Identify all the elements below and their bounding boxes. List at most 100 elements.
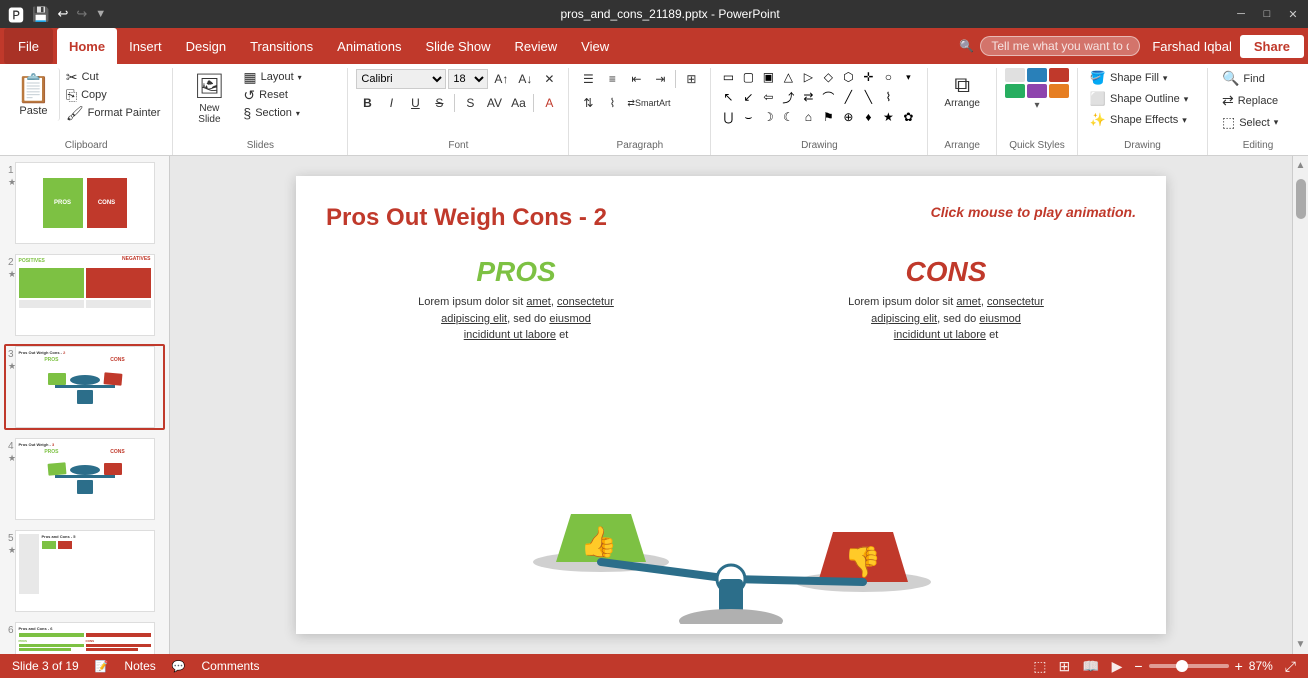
shape-b8[interactable]: ♦	[859, 108, 877, 126]
search-input[interactable]	[980, 36, 1140, 56]
scroll-up-arrow[interactable]: ▲	[1292, 156, 1308, 175]
shape-rect[interactable]: ▭	[719, 68, 737, 86]
shape-arrow4[interactable]: ⤴	[779, 88, 797, 106]
qs-item-3[interactable]	[1049, 68, 1069, 82]
font-family-select[interactable]: Calibri	[356, 69, 446, 89]
slide-sorter-btn[interactable]: ⊞	[1058, 658, 1070, 675]
comments-btn[interactable]: Comments	[201, 659, 259, 673]
normal-view-btn[interactable]: ⬚	[1033, 658, 1046, 675]
shape-b2[interactable]: ⌣	[739, 108, 757, 126]
decrease-indent-btn[interactable]: ⇤	[625, 68, 647, 90]
menu-slideshow[interactable]: Slide Show	[413, 28, 502, 64]
qs-item-1[interactable]	[1005, 68, 1025, 82]
shape-b10[interactable]: ✿	[899, 108, 917, 126]
shape-outline-btn[interactable]: ⬜ Shape Outline ▾	[1086, 89, 1192, 109]
menu-insert[interactable]: Insert	[117, 28, 174, 64]
shape-more[interactable]: ▾	[899, 68, 917, 86]
shape-b1[interactable]: ⋃	[719, 108, 737, 126]
shape-b4[interactable]: ☾	[779, 108, 797, 126]
align-text-btn[interactable]: ⌇	[601, 92, 623, 114]
paste-button[interactable]: 📋 Paste	[8, 68, 60, 121]
scroll-down-arrow[interactable]: ▼	[1292, 635, 1308, 654]
shape-rect2[interactable]: ▢	[739, 68, 757, 86]
font-color-btn[interactable]: A	[538, 92, 560, 114]
reading-view-btn[interactable]: 📖	[1082, 658, 1099, 675]
menu-file[interactable]: File	[4, 28, 53, 64]
zoom-in-btn[interactable]: +	[1235, 658, 1243, 674]
format-painter-button[interactable]: 🖌 Format Painter	[62, 104, 165, 122]
menu-home[interactable]: Home	[57, 28, 117, 64]
save-icon[interactable]: 💾	[32, 6, 49, 23]
shape-effects-dropdown[interactable]: ▾	[1182, 115, 1187, 126]
qs-item-2[interactable]	[1027, 68, 1047, 82]
shape-fill-btn[interactable]: 🪣 Shape Fill ▾	[1086, 68, 1192, 88]
shape-line3[interactable]: ⌇	[879, 88, 897, 106]
quickstyles-dropdown[interactable]: ▾	[1034, 100, 1039, 111]
copy-button[interactable]: ⎘ Copy	[62, 86, 165, 104]
menu-view[interactable]: View	[569, 28, 621, 64]
slide-thumb-5[interactable]: 5 ★ Pros and Cons - 5	[4, 528, 165, 614]
char-spacing-btn[interactable]: AV	[483, 92, 505, 114]
shape-b5[interactable]: ⌂	[799, 108, 817, 126]
shape-arrow1[interactable]: ↖	[719, 88, 737, 106]
shape-line2[interactable]: ╲	[859, 88, 877, 106]
qs-item-6[interactable]	[1049, 84, 1069, 98]
close-btn[interactable]: ✕	[1286, 7, 1300, 21]
menu-animations[interactable]: Animations	[325, 28, 413, 64]
zoom-slider[interactable]	[1149, 664, 1229, 668]
col-count-btn[interactable]: ⊞	[680, 68, 702, 90]
bullets-btn[interactable]: ☰	[577, 68, 599, 90]
decrease-font-btn[interactable]: A↓	[514, 68, 536, 90]
new-slide-button[interactable]: 🖼 New Slide	[181, 68, 237, 129]
change-case-btn[interactable]: Aa	[507, 92, 529, 114]
numbering-btn[interactable]: ≡	[601, 68, 623, 90]
select-dropdown[interactable]: ▾	[1274, 117, 1279, 128]
scroll-thumb[interactable]	[1296, 179, 1306, 219]
reset-button[interactable]: ↺ Reset	[239, 86, 339, 104]
notes-btn[interactable]: Notes	[124, 659, 155, 673]
strikethrough-btn[interactable]: S	[428, 92, 450, 114]
layout-button[interactable]: ▦ Layout ▾	[239, 68, 339, 86]
slide-thumb-6[interactable]: 6 Pros and Cons - 6 PROS	[4, 620, 165, 654]
slide-thumb-3[interactable]: 3 ★ Pros Out Weigh Cons - 2 PROS CONS	[4, 344, 165, 430]
minimize-btn[interactable]: ─	[1234, 7, 1248, 21]
shape-curve[interactable]: ⌒	[819, 88, 837, 106]
text-dir-btn[interactable]: ⇅	[577, 92, 599, 114]
shape-fill-dropdown[interactable]: ▾	[1163, 73, 1168, 84]
shape-plus[interactable]: ✛	[859, 68, 877, 86]
shape-tri1[interactable]: △	[779, 68, 797, 86]
shape-diamond[interactable]: ◇	[819, 68, 837, 86]
shape-more2[interactable]	[899, 88, 917, 106]
shape-rounded[interactable]: ▣	[759, 68, 777, 86]
shape-b7[interactable]: ⊕	[839, 108, 857, 126]
redo-icon[interactable]: ↪	[76, 6, 87, 22]
shape-tri2[interactable]: ▷	[799, 68, 817, 86]
italic-btn[interactable]: I	[380, 92, 402, 114]
shape-line[interactable]: ╱	[839, 88, 857, 106]
select-button[interactable]: ⬚ Select ▾	[1216, 112, 1284, 133]
shape-effects-btn[interactable]: ✨ Shape Effects ▾	[1086, 110, 1192, 130]
menu-transitions[interactable]: Transitions	[238, 28, 325, 64]
presenter-view-btn[interactable]: ▶	[1112, 658, 1123, 675]
zoom-out-btn[interactable]: −	[1134, 658, 1142, 674]
restore-btn[interactable]: □	[1260, 7, 1274, 21]
menu-design[interactable]: Design	[174, 28, 238, 64]
increase-indent-btn[interactable]: ⇥	[649, 68, 671, 90]
shape-b6[interactable]: ⚑	[819, 108, 837, 126]
arrange-button[interactable]: ⧉ Arrange	[936, 68, 988, 113]
shape-hexa[interactable]: ⬡	[839, 68, 857, 86]
shape-outline-dropdown[interactable]: ▾	[1184, 94, 1189, 105]
clear-format-btn[interactable]: ✕	[538, 68, 560, 90]
increase-font-btn[interactable]: A↑	[490, 68, 512, 90]
underline-btn[interactable]: U	[404, 92, 426, 114]
font-size-select[interactable]: 18	[448, 69, 488, 89]
shape-arrow5[interactable]: ⇄	[799, 88, 817, 106]
slide-canvas[interactable]: Pros Out Weigh Cons - 2 Click mouse to p…	[296, 176, 1166, 634]
fit-slide-btn[interactable]: ⤢	[1285, 658, 1296, 675]
qs-item-5[interactable]	[1027, 84, 1047, 98]
undo-icon[interactable]: ↩	[57, 6, 68, 22]
convert-smartart-btn[interactable]: ⇄SmartArt	[625, 92, 672, 114]
shape-circ[interactable]: ○	[879, 68, 897, 86]
slide-thumb-1[interactable]: 1 ★ PROS CONS	[4, 160, 165, 246]
slide-thumb-2[interactable]: 2 ★ POSITIVES NEGATIVES	[4, 252, 165, 338]
